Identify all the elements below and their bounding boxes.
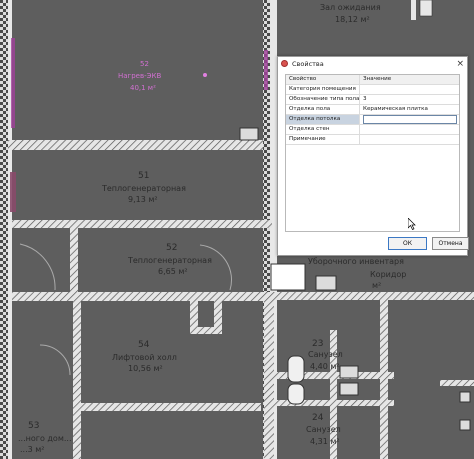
property-row[interactable]: Категория помещения	[286, 85, 459, 95]
svg-text:40,1 м²: 40,1 м²	[130, 84, 156, 92]
svg-text:6,65 м²: 6,65 м²	[158, 267, 188, 276]
dialog-title: Свойства	[292, 60, 324, 68]
column-header-property: Свойство	[286, 75, 360, 84]
property-name: Примечание	[286, 135, 360, 144]
svg-text:23: 23	[312, 339, 323, 349]
svg-text:51: 51	[138, 171, 149, 181]
svg-text:Коридор: Коридор	[370, 270, 406, 279]
svg-text:Нагрев-ЭКВ: Нагрев-ЭКВ	[118, 72, 161, 80]
svg-text:Санузел: Санузел	[308, 350, 343, 359]
property-value-editor[interactable]	[363, 115, 457, 124]
svg-text:...ного дом...: ...ного дом...	[18, 434, 71, 443]
property-value[interactable]	[360, 115, 459, 124]
svg-text:Санузел: Санузел	[306, 425, 341, 434]
dialog-title-bar[interactable]: Свойства ×	[278, 57, 467, 71]
property-value[interactable]: Керамическая плитка	[360, 105, 459, 114]
properties-grid[interactable]: Свойство Значение Категория помещения Об…	[285, 74, 460, 232]
svg-text:Теплогенераторная: Теплогенераторная	[101, 184, 186, 193]
svg-text:18,12 м²: 18,12 м²	[335, 15, 370, 24]
property-name: Обозначение типа пола	[286, 95, 360, 104]
svg-text:Зал ожидания: Зал ожидания	[320, 3, 381, 12]
svg-text:Лифтовой холл: Лифтовой холл	[112, 353, 177, 362]
svg-text:Уборочного инвентаря: Уборочного инвентаря	[308, 257, 404, 266]
close-icon[interactable]: ×	[456, 58, 464, 70]
property-value[interactable]: 3	[360, 95, 459, 104]
svg-text:24: 24	[312, 413, 324, 423]
svg-text:10,56 м²: 10,56 м²	[128, 364, 163, 373]
svg-text:52: 52	[166, 243, 177, 253]
property-row-selected[interactable]: Отделка потолка	[286, 115, 459, 125]
mouse-cursor-icon	[408, 218, 416, 230]
property-row[interactable]: Обозначение типа пола 3	[286, 95, 459, 105]
properties-dialog[interactable]: Свойства × Свойство Значение Категория п…	[277, 56, 469, 256]
property-name: Отделка пола	[286, 105, 360, 114]
svg-text:54: 54	[138, 340, 150, 350]
property-value[interactable]	[360, 135, 459, 144]
svg-text:53: 53	[28, 421, 39, 431]
property-name: Отделка потолка	[286, 115, 360, 124]
property-row[interactable]: Отделка пола Керамическая плитка	[286, 105, 459, 115]
ok-button[interactable]: ОК	[388, 237, 427, 250]
property-value[interactable]	[360, 85, 459, 94]
app-icon	[281, 60, 288, 67]
svg-text:м²: м²	[372, 281, 381, 290]
property-row[interactable]: Примечание	[286, 135, 459, 145]
property-row[interactable]: Отделка стен	[286, 125, 459, 135]
svg-text:52: 52	[140, 60, 149, 68]
svg-text:Теплогенераторная: Теплогенераторная	[127, 256, 212, 265]
property-name: Категория помещения	[286, 85, 360, 94]
svg-text:4,31 м²: 4,31 м²	[310, 437, 340, 446]
property-name: Отделка стен	[286, 125, 360, 134]
svg-text:4,40 м²: 4,40 м²	[310, 362, 340, 371]
cancel-button[interactable]: Отмена	[432, 237, 469, 250]
grid-header: Свойство Значение	[286, 75, 459, 85]
svg-text:...3 м²: ...3 м²	[20, 445, 45, 454]
svg-text:9,13 м²: 9,13 м²	[128, 195, 158, 204]
column-header-value: Значение	[363, 76, 392, 82]
property-value[interactable]	[360, 125, 459, 134]
